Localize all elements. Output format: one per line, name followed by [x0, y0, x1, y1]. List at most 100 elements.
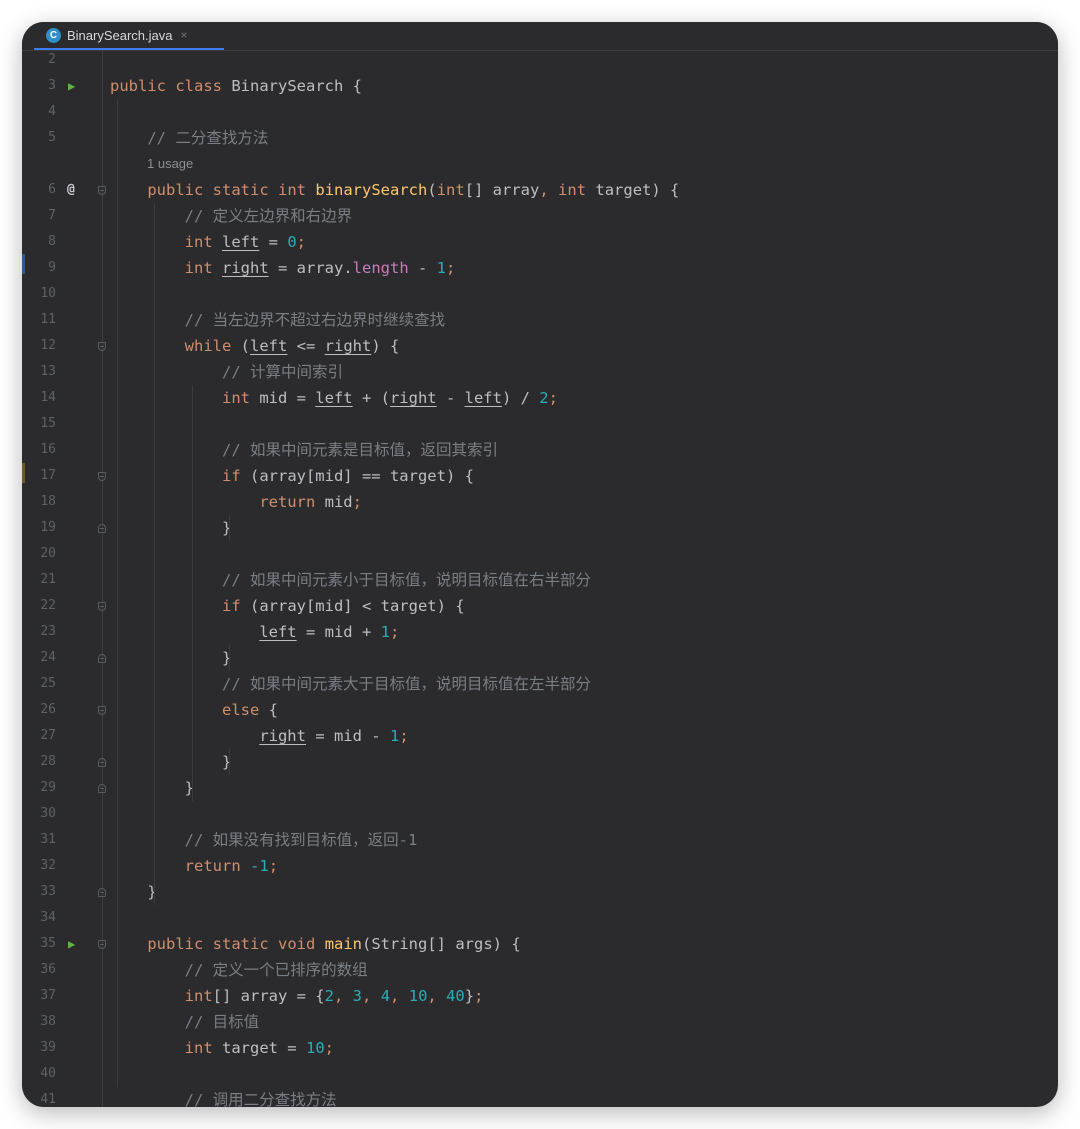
- code-line[interactable]: // 如果没有找到目标值，返回-1: [110, 827, 418, 853]
- ide-window: C BinarySearch.java × 2 3 ▶ public class Bi…: [22, 22, 1058, 1107]
- line-number: [22, 151, 56, 177]
- line-number: 25: [40, 676, 56, 691]
- run-gutter-icon[interactable]: ▶: [68, 73, 75, 99]
- side-marker: [22, 463, 25, 483]
- line-number: 38: [40, 1014, 56, 1029]
- line-number: 27: [40, 728, 56, 743]
- line-number: 17: [40, 468, 56, 483]
- line-number: 7: [48, 208, 56, 223]
- fold-end-icon[interactable]: [98, 758, 106, 767]
- tab-filename: BinarySearch.java: [67, 27, 173, 43]
- usage-inlay-hint[interactable]: 1 usage: [147, 151, 193, 177]
- line-number: 10: [40, 286, 56, 301]
- code-line[interactable]: // 定义左边界和右边界: [110, 203, 353, 229]
- code-line[interactable]: public static void main(String[] args) {: [110, 931, 520, 957]
- code-line[interactable]: }: [110, 515, 231, 541]
- indent-guide: [229, 645, 231, 671]
- fold-start-icon[interactable]: [98, 940, 106, 949]
- code-line[interactable]: // 二分查找方法: [110, 125, 268, 151]
- code-line[interactable]: int mid = left + (right - left) / 2;: [110, 385, 558, 411]
- line-number: 15: [40, 416, 56, 431]
- line-number: 21: [40, 572, 56, 587]
- line-number: 39: [40, 1040, 56, 1055]
- code-line[interactable]: int left = 0;: [110, 229, 306, 255]
- code-line[interactable]: // 计算中间索引: [110, 359, 343, 385]
- line-number: 11: [40, 312, 56, 327]
- indent-guide: [117, 99, 118, 1087]
- code-line[interactable]: return -1;: [110, 853, 278, 879]
- line-number: 40: [40, 1066, 56, 1081]
- code-line[interactable]: int[] array = {2, 3, 4, 10, 40};: [110, 983, 484, 1009]
- code-line[interactable]: else {: [110, 697, 278, 723]
- code-line[interactable]: // 如果中间元素大于目标值，说明目标值在左半部分: [110, 671, 591, 697]
- fold-start-icon[interactable]: [98, 342, 106, 351]
- code-line[interactable]: }: [110, 749, 231, 775]
- line-number: 13: [40, 364, 56, 379]
- side-marker: [22, 254, 25, 274]
- code-line[interactable]: if (array[mid] == target) {: [110, 463, 474, 489]
- code-line[interactable]: int target = 10;: [110, 1035, 334, 1061]
- code-line[interactable]: }: [110, 775, 194, 801]
- fold-start-icon[interactable]: [98, 602, 106, 611]
- code-line[interactable]: left = mid + 1;: [110, 619, 399, 645]
- code-line[interactable]: int right = array.length - 1;: [110, 255, 456, 281]
- fold-start-icon[interactable]: [98, 706, 106, 715]
- annotation-gutter-icon[interactable]: @: [67, 177, 75, 203]
- fold-start-icon[interactable]: [98, 472, 106, 481]
- line-number: 3: [48, 78, 56, 93]
- code-line[interactable]: // 目标值: [110, 1009, 260, 1035]
- tab-binarysearch-java[interactable]: C BinarySearch.java ×: [34, 22, 224, 50]
- fold-end-icon[interactable]: [98, 654, 106, 663]
- code-editor[interactable]: 2 3 ▶ public class BinarySearch {4 5 // 二分查找…: [22, 51, 1058, 1107]
- line-number: 4: [48, 104, 56, 119]
- line-number: 32: [40, 858, 56, 873]
- line-number: 30: [40, 806, 56, 821]
- code-line[interactable]: public static int binarySearch(int[] arr…: [110, 177, 679, 203]
- run-gutter-icon[interactable]: ▶: [68, 931, 75, 957]
- line-number: 26: [40, 702, 56, 717]
- fold-end-icon[interactable]: [98, 784, 106, 793]
- close-icon[interactable]: ×: [181, 28, 188, 42]
- line-number: 22: [40, 598, 56, 613]
- editor-tab-bar: C BinarySearch.java ×: [22, 22, 1058, 51]
- line-number: 14: [40, 390, 56, 405]
- code-line[interactable]: // 调用二分查找方法: [110, 1087, 337, 1107]
- line-number: 16: [40, 442, 56, 457]
- line-number: 5: [48, 130, 56, 145]
- code-line[interactable]: // 当左边界不超过右边界时继续查找: [110, 307, 446, 333]
- line-number: 12: [40, 338, 56, 353]
- indent-guide: [229, 515, 231, 541]
- line-number: 18: [40, 494, 56, 509]
- line-number: 24: [40, 650, 56, 665]
- line-number: 20: [40, 546, 56, 561]
- fold-start-icon[interactable]: [98, 186, 106, 195]
- indent-guide: [191, 385, 193, 801]
- line-number: 34: [40, 910, 56, 925]
- line-number: 6: [48, 182, 56, 197]
- fold-end-icon[interactable]: [98, 524, 106, 533]
- indent-guide: [229, 749, 231, 775]
- code-line[interactable]: }: [110, 645, 231, 671]
- line-number: 37: [40, 988, 56, 1003]
- line-number: 23: [40, 624, 56, 639]
- code-line[interactable]: // 如果中间元素小于目标值，说明目标值在右半部分: [110, 567, 591, 593]
- line-number: 35: [40, 936, 56, 951]
- code-line[interactable]: // 定义一个已排序的数组: [110, 957, 368, 983]
- code-line[interactable]: // 如果中间元素是目标值，返回其索引: [110, 437, 498, 463]
- line-number: 2: [48, 52, 56, 67]
- fold-end-icon[interactable]: [98, 888, 106, 897]
- code-line[interactable]: if (array[mid] < target) {: [110, 593, 465, 619]
- line-number: 9: [48, 260, 56, 275]
- line-number: 29: [40, 780, 56, 795]
- code-line[interactable]: public class BinarySearch {: [110, 73, 362, 99]
- line-number: 8: [48, 234, 56, 249]
- java-class-icon: C: [46, 27, 61, 43]
- line-number: 36: [40, 962, 56, 977]
- code-line[interactable]: while (left <= right) {: [110, 333, 400, 359]
- line-number: 33: [40, 884, 56, 899]
- line-number: 19: [40, 520, 56, 535]
- line-number: 28: [40, 754, 56, 769]
- line-number: 41: [40, 1092, 56, 1107]
- code-line[interactable]: return mid;: [110, 489, 362, 515]
- indent-guide: [154, 203, 156, 905]
